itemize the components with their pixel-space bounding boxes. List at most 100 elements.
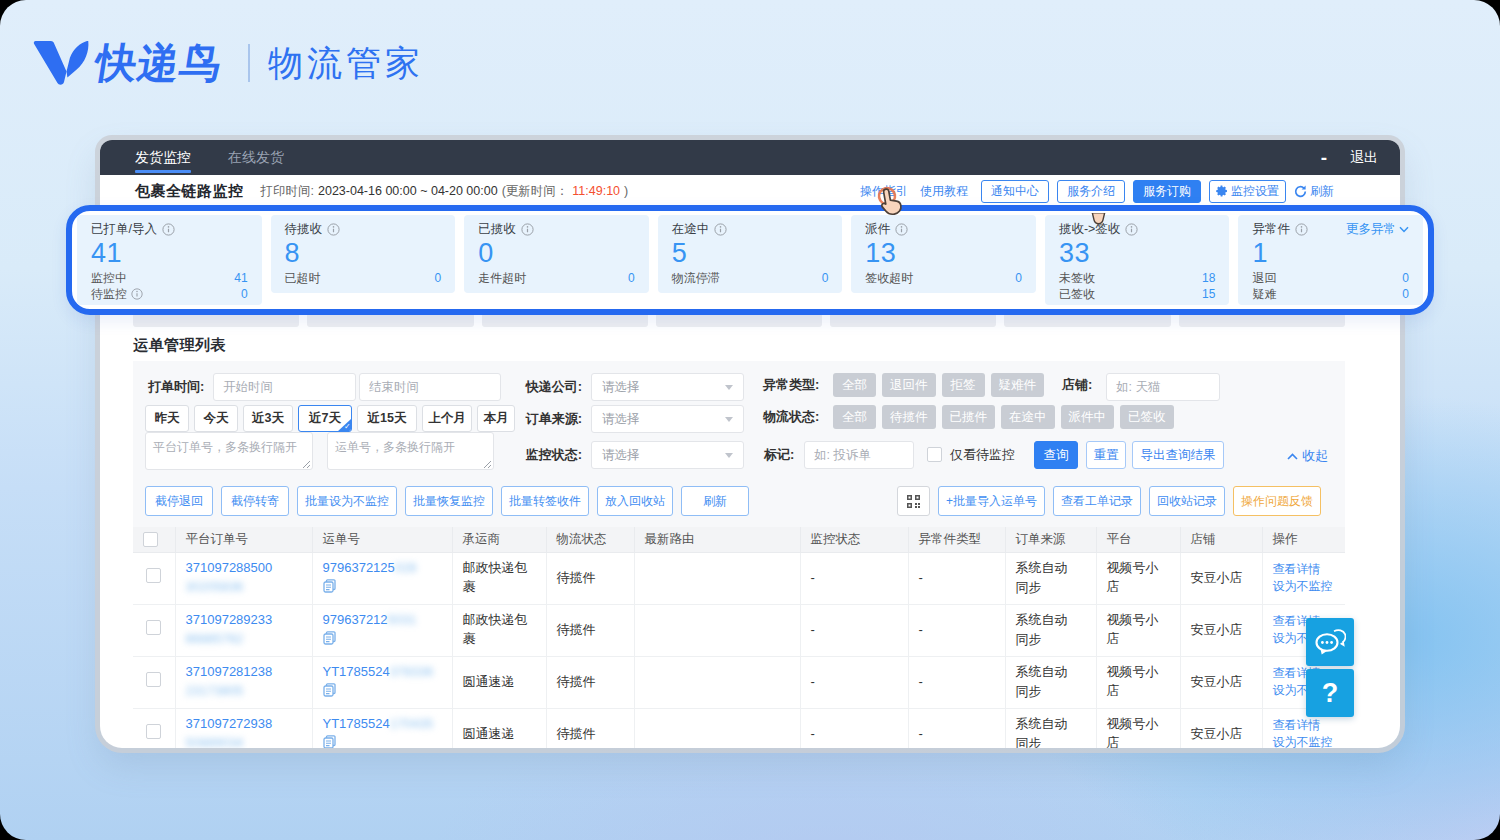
courier-select[interactable]: 请选择	[591, 373, 744, 401]
recycle-bin-button[interactable]: 放入回收站	[597, 486, 673, 516]
batch-sign-button[interactable]: 批量转签收件	[501, 486, 589, 516]
set-unmonitor-link[interactable]: 设为不监控	[1273, 578, 1336, 595]
waybill-number-textarea[interactable]	[327, 432, 494, 470]
stat-card-delivering[interactable]: 派件 13 签收超时0	[851, 215, 1036, 293]
redacted-text: 170435	[390, 716, 433, 731]
range-15days-button[interactable]: 近15天	[357, 405, 417, 432]
end-time-input[interactable]	[359, 373, 501, 401]
recycle-records-button[interactable]: 回收站记录	[1149, 486, 1225, 516]
view-detail-link[interactable]: 查看详情	[1273, 561, 1336, 578]
row-checkbox[interactable]	[146, 620, 161, 635]
refresh-list-button[interactable]: 刷新	[681, 486, 749, 516]
range-7days-button[interactable]: 近7天	[298, 405, 352, 432]
platform-order-link[interactable]: 371097288500	[186, 560, 273, 575]
logout-button[interactable]: 退出	[1350, 149, 1378, 167]
stat-subrow-label: 签收超时	[865, 270, 913, 287]
shop-filter-label: 店铺:	[1062, 371, 1092, 399]
stat-card-collected[interactable]: 已揽收 0 走件超时0	[464, 215, 649, 293]
more-abnormal-link[interactable]: 更多异常	[1346, 222, 1409, 237]
export-results-button[interactable]: 导出查询结果	[1132, 441, 1224, 469]
abnormal-type-all-chip[interactable]: 全部	[833, 373, 876, 397]
logistics-status-transit-chip[interactable]: 在途中	[1001, 405, 1055, 429]
collapse-link[interactable]: 收起	[1287, 447, 1328, 465]
waybill-link[interactable]: YT1785524	[323, 716, 390, 731]
platform-order-link[interactable]: 371097289233	[186, 612, 273, 627]
logistics-status-signed-chip[interactable]: 已签收	[1120, 405, 1174, 429]
only-pending-checkbox[interactable]	[927, 447, 942, 462]
monitor-settings-button[interactable]: 监控设置	[1209, 180, 1286, 203]
stat-card-in-transit[interactable]: 在途中 5 物流停滞0	[658, 215, 843, 293]
abnormal-type-difficult-chip[interactable]: 疑难件	[991, 373, 1045, 397]
platform-order-link[interactable]: 371097272938	[186, 716, 273, 731]
view-detail-link[interactable]: 查看详情	[1273, 717, 1336, 734]
batch-import-waybill-button[interactable]: +批量导入运单号	[938, 486, 1045, 516]
tab-online-shipping-label: 在线发货	[228, 149, 284, 167]
platform-order-link[interactable]: 371097281238	[186, 664, 273, 679]
service-subscribe-button[interactable]: 服务订购	[1133, 180, 1201, 203]
minimize-button[interactable]: -	[1321, 153, 1327, 163]
query-button[interactable]: 查询	[1034, 441, 1078, 469]
row-checkbox[interactable]	[146, 568, 161, 583]
stat-card-abnormal[interactable]: 异常件 更多异常 1 退回0 疑难0	[1238, 215, 1423, 305]
help-button[interactable]: ?	[1306, 669, 1354, 717]
guide-link[interactable]: 操作指引	[860, 183, 908, 200]
tutorial-link[interactable]: 使用教程	[920, 183, 968, 200]
range-lastmonth-button[interactable]: 上个月	[422, 405, 472, 432]
intercept-forward-button[interactable]: 截停转寄	[221, 486, 289, 516]
latest-route-cell	[634, 604, 800, 656]
copy-icon[interactable]	[323, 631, 336, 645]
scan-qr-button[interactable]	[897, 486, 930, 516]
tab-online-shipping[interactable]: 在线发货	[228, 140, 284, 175]
shop-input[interactable]	[1106, 373, 1220, 401]
reset-button[interactable]: 重置	[1086, 441, 1126, 469]
stat-card-pickup-pending[interactable]: 待揽收 8 已超时0	[271, 215, 456, 293]
intercept-return-button[interactable]: 截停退回	[145, 486, 213, 516]
logistics-status-collected-chip[interactable]: 已揽件	[942, 405, 996, 429]
waybill-link[interactable]: 979637212	[323, 612, 388, 627]
copy-icon[interactable]	[323, 579, 336, 593]
waybill-link[interactable]: YT1785524	[323, 664, 390, 679]
range-3days-button[interactable]: 近3天	[243, 405, 293, 432]
work-order-records-button[interactable]: 查看工单记录	[1053, 486, 1141, 516]
logistics-status-pending-chip[interactable]: 待揽件	[882, 405, 936, 429]
select-all-checkbox[interactable]	[143, 532, 158, 547]
tab-shipping-monitor[interactable]: 发货监控	[135, 140, 191, 175]
refresh-icon	[1294, 185, 1307, 198]
batch-unmonitor-button[interactable]: 批量设为不监控	[297, 486, 397, 516]
service-intro-label: 服务介绍	[1067, 183, 1115, 200]
order-source-select[interactable]: 请选择	[591, 405, 744, 433]
platform-order-textarea[interactable]	[145, 432, 313, 470]
monitor-status-select[interactable]: 请选择	[591, 441, 744, 469]
only-pending-label[interactable]: 仅看待监控	[950, 441, 1015, 469]
abnormal-type-return-chip[interactable]: 退回件	[882, 373, 936, 397]
notification-center-button[interactable]: 通知中心	[981, 180, 1049, 203]
abnormal-type-reject-chip[interactable]: 拒签	[942, 373, 985, 397]
redacted-text: 30205836	[186, 579, 244, 594]
logistics-status-cell: 待揽件	[546, 656, 634, 708]
waybill-link[interactable]: 9796372125	[323, 560, 395, 575]
copy-icon[interactable]	[323, 683, 336, 697]
range-today-button[interactable]: 今天	[194, 405, 238, 432]
stat-card-printed[interactable]: 已打单/导入 41 监控中41 待监控 0	[77, 215, 262, 305]
logistics-status-all-chip[interactable]: 全部	[833, 405, 876, 429]
stat-card-pickup-to-sign[interactable]: 揽收->签收 33 未签收18 已签收15	[1045, 215, 1230, 305]
feedback-button[interactable]: 操作问题反馈	[1233, 486, 1321, 516]
row-checkbox[interactable]	[146, 724, 161, 739]
set-unmonitor-link[interactable]: 设为不监控	[1273, 734, 1336, 748]
customer-service-button[interactable]	[1306, 618, 1354, 666]
row-checkbox[interactable]	[146, 672, 161, 687]
refresh-link[interactable]: 刷新	[1294, 183, 1334, 200]
batch-restore-monitor-button[interactable]: 批量恢复监控	[405, 486, 493, 516]
info-icon	[131, 288, 143, 300]
copy-icon[interactable]	[323, 735, 336, 748]
start-time-input[interactable]	[213, 373, 356, 401]
service-intro-button[interactable]: 服务介绍	[1057, 180, 1125, 203]
range-thismonth-button[interactable]: 本月	[477, 405, 515, 432]
info-icon	[714, 223, 727, 236]
range-yesterday-button[interactable]: 昨天	[145, 405, 189, 432]
logistics-status-delivering-chip[interactable]: 派件中	[1061, 405, 1115, 429]
table-row: 37109728123823173805 YT1785524378336 圆通速…	[133, 656, 1345, 708]
underlying-stats-row	[133, 313, 1345, 327]
mark-input[interactable]	[804, 441, 914, 469]
window-titlebar: 发货监控 在线发货 - 退出	[100, 140, 1400, 175]
